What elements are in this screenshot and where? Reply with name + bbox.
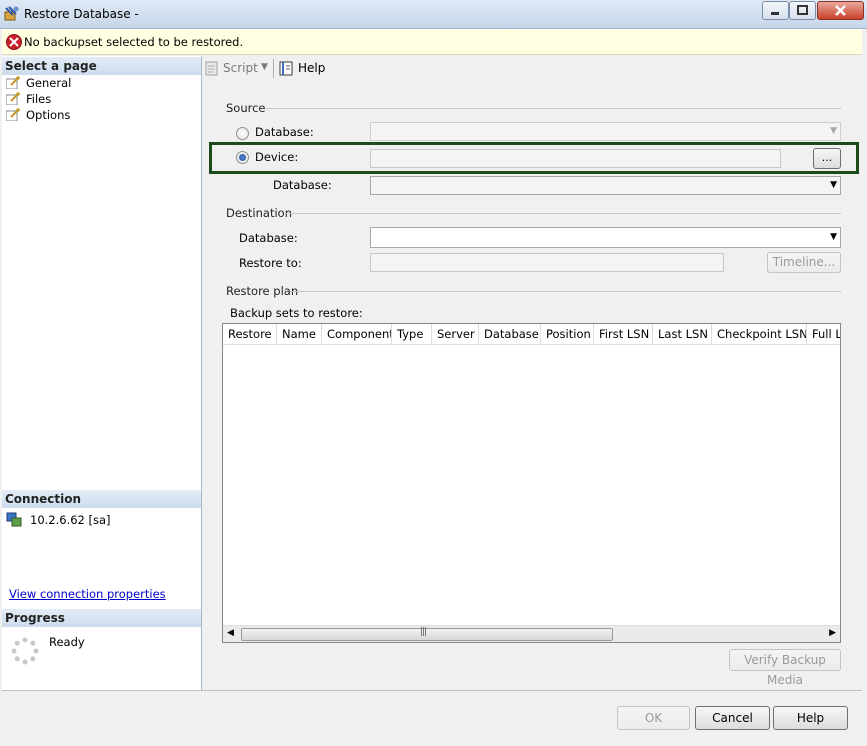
column-header[interactable]: Database [479,324,541,344]
backup-sets-label: Backup sets to restore: [230,306,363,320]
device-highlight-box [209,142,859,174]
destination-database-label: Database: [239,231,298,245]
left-panel: Select a page General Files Options Conn… [2,56,202,690]
backup-sets-grid[interactable]: Restore Name Component Type Server Datab… [222,323,841,643]
source-db-label: Database: [273,178,332,192]
source-database-combo[interactable]: ▼ [370,122,841,141]
progress-header: Progress [2,609,201,627]
timeline-button[interactable]: Timeline... [767,252,841,273]
column-header[interactable]: Position [541,324,594,344]
view-connection-properties-link[interactable]: View connection properties [9,587,166,601]
minimize-button[interactable] [762,1,789,20]
script-icon [205,61,218,76]
error-message: No backupset selected to be restored. [24,35,244,49]
column-header[interactable]: Full LS [807,324,840,344]
page-label: Files [26,92,52,106]
page-label: Options [26,108,71,122]
restore-to-field[interactable] [370,253,724,272]
progress-spinner-icon [11,637,39,665]
restore-plan-divider [290,291,841,292]
toolbar-separator [273,59,274,78]
connection-header: Connection [2,490,201,508]
close-icon [835,5,846,16]
column-header[interactable]: Component [322,324,392,344]
window-title: Restore Database - [24,7,139,21]
column-header[interactable]: Type [392,324,432,344]
server-connection-icon [6,512,22,527]
column-header[interactable]: Last LSN [653,324,712,344]
column-header[interactable]: Name [277,324,322,344]
source-db-combo[interactable]: ▼ [370,176,841,195]
restore-database-icon [3,5,20,22]
maximize-button[interactable] [789,1,816,20]
column-header[interactable]: Checkpoint LSN [712,324,807,344]
help-button[interactable]: Help [773,706,848,730]
scroll-left-arrow-icon[interactable]: ◀ [227,628,234,638]
error-icon [6,34,22,50]
bottom-divider [2,690,862,691]
wrench-page-icon [6,92,20,105]
scroll-right-arrow-icon[interactable]: ▶ [829,628,836,638]
maximize-icon [797,5,808,15]
wrench-page-icon [6,76,20,89]
help-book-icon [279,61,293,76]
source-group-label: Source [226,101,266,115]
source-database-radio[interactable] [236,127,249,140]
grip-icon: ||| [420,627,427,637]
column-header[interactable]: First LSN [594,324,653,344]
destination-divider [286,213,841,214]
source-database-radio-label: Database: [255,125,314,139]
grid-header: Restore Name Component Type Server Datab… [223,324,840,345]
chevron-down-icon: ▼ [830,180,837,190]
destination-group-label: Destination [226,206,292,220]
cancel-button[interactable]: Cancel [695,706,770,730]
source-divider [266,108,841,109]
ok-button[interactable]: OK [617,706,690,730]
restore-plan-group-label: Restore plan [226,284,299,298]
horizontal-scrollbar[interactable]: ◀ ||| ▶ [223,625,840,642]
chevron-down-icon: ▼ [830,126,837,136]
script-button[interactable]: Script [223,61,258,75]
chevron-down-icon: ▼ [830,232,837,242]
destination-database-combo[interactable]: ▼ [370,227,841,248]
script-dropdown-arrow-icon[interactable]: ▼ [261,62,268,72]
scrollbar-thumb[interactable]: ||| [241,627,613,641]
wrench-page-icon [6,108,20,121]
page-label: General [26,76,72,90]
minimize-icon [771,12,779,15]
close-button[interactable] [817,1,864,20]
connection-server: 10.2.6.62 [sa] [30,513,111,527]
help-toolbar-button[interactable]: Help [298,61,325,75]
select-page-header: Select a page [2,57,201,75]
restore-to-label: Restore to: [239,256,302,270]
progress-status: Ready [49,635,85,649]
column-header[interactable]: Server [432,324,479,344]
column-header[interactable]: Restore [223,324,277,344]
verify-backup-media-button[interactable]: Verify Backup Media [729,649,841,687]
